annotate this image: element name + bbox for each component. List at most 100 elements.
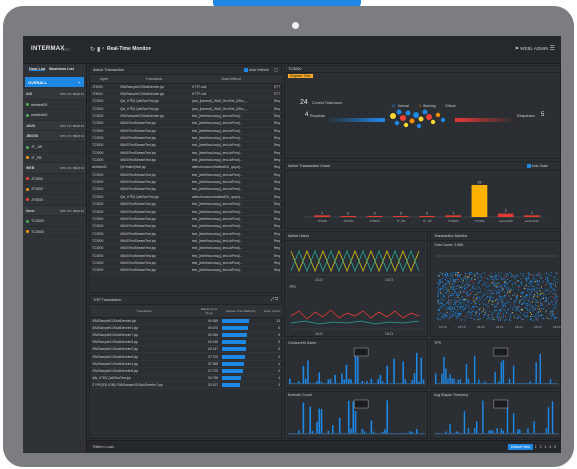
sidebar-item[interactable]: JBOSS CPU 15 / MEM 34 xyxy=(23,131,86,142)
table-row[interactable]: TC3000/WAS/TestStreamTest.jsp test_{inter… xyxy=(90,259,282,268)
atc-bar[interactable] xyxy=(497,213,514,217)
sidebar-item[interactable]: JT_FB xyxy=(23,153,86,164)
tab-business-list[interactable]: Business List xyxy=(49,67,74,71)
sidebar-item[interactable]: AIX CPU 15 / MEM 35 xyxy=(23,89,86,100)
table-row[interactable]: TC3000/[ds_HTR]/ QaKBoxTest.jsp java_{bas… xyxy=(90,105,282,113)
sidebar-item[interactable]: TC3000 xyxy=(23,227,86,238)
flow-node[interactable] xyxy=(413,112,419,118)
refresh-icon[interactable]: ↻ xyxy=(90,46,95,53)
table-row[interactable]: TC3000/WAS/TestStreamTest.jsp test_{inter… xyxy=(90,266,282,275)
flow-node[interactable] xyxy=(400,115,406,121)
menu-icon[interactable]: ☰ xyxy=(550,46,555,52)
table-row[interactable]: TC3000/WAS/TestStreamTest.jsp test_{inter… xyxy=(90,229,282,238)
table-row[interactable]: /SM/Sample01/StubDeveler4.jsp 57.565 4 xyxy=(90,360,282,368)
atc-bar[interactable] xyxy=(392,216,409,217)
document-icon[interactable]: ▮ xyxy=(97,46,100,53)
transaction-scatter[interactable]: 18:18 18:19 18:20 18:21 18:22 18:23 18:24 xyxy=(431,250,561,338)
flow-node[interactable] xyxy=(405,110,411,116)
table-row[interactable]: TC3000/[ds_HTR]/ QaKBoxTest.jsp abfec/cro… xyxy=(90,193,282,202)
table-row[interactable]: TC3000/WAS/TestStreamTest.jsp test_{inter… xyxy=(90,149,282,157)
sidebar-item[interactable]: JT3000 xyxy=(23,174,86,185)
table-row[interactable]: TC3000/WAS/TestStreamTest.jsp test_{inter… xyxy=(90,134,282,143)
sidebar-item[interactable]: TC3000 xyxy=(23,216,86,227)
sidebar-item[interactable]: JT4000 xyxy=(23,184,86,195)
table-row[interactable]: /SM/Sample01/StubDeveler5.jsp 60.148 5 xyxy=(90,338,282,347)
column-exec-count[interactable]: Exec Count xyxy=(262,305,282,318)
table-row[interactable]: TC3000/WAS/TestStreamTest.jsp test_{inter… xyxy=(90,119,282,128)
flow-node[interactable] xyxy=(396,109,402,115)
auto-refresh-checkbox[interactable]: Auto Refresh xyxy=(244,68,269,73)
pattern-load-label[interactable]: Pattern Load xyxy=(93,445,114,449)
page-numbers[interactable]: 1 2 3 4 5 xyxy=(535,445,557,449)
sidebar-item[interactable]: JT5000 xyxy=(23,195,86,206)
atc-bar[interactable] xyxy=(524,215,540,217)
atc-bar[interactable] xyxy=(471,185,488,217)
atc-bar[interactable] xyxy=(340,216,357,217)
column-elapse-avg[interactable]: Elapse Time (Avg) xyxy=(198,305,220,318)
table-row[interactable]: TC3000/SM/Sample01/StubDeveler.jsp test_{… xyxy=(90,112,282,121)
column-transaction[interactable]: Transaction xyxy=(118,75,190,84)
table-row[interactable]: TC3000/WAS/TestStreamTest.jsp test_{inter… xyxy=(90,156,282,165)
table-row[interactable]: /SM/Sample01/StubDeveler.jsp 60.365 13 xyxy=(90,317,282,325)
column-elapse-ratio[interactable]: Elapse Time Ratio(%) xyxy=(220,305,262,318)
flow-node[interactable] xyxy=(440,117,446,123)
table-row[interactable]: TC3000/WAS/TestStreamTest.jsp test_{inter… xyxy=(90,178,282,187)
table-row[interactable]: TC3000/WAS/TestStreamTest.jsp test_{inter… xyxy=(90,207,282,216)
auto-scale-checkbox[interactable]: Auto Scale xyxy=(526,164,548,169)
column-class-method[interactable]: Class Method xyxy=(190,75,272,84)
atc-bar[interactable] xyxy=(419,216,435,217)
table-row[interactable]: JT3000/SM/Sample01/StubDeveler.jsp HTTP-c… xyxy=(90,83,282,91)
flow-node[interactable] xyxy=(394,120,400,126)
expand-icon[interactable]: ⤢ ▢ xyxy=(271,297,278,301)
flow-node[interactable] xyxy=(435,112,441,118)
sidebar-item[interactable]: WEB CPU 22 / MEM 34 xyxy=(23,163,86,174)
flow-node[interactable] xyxy=(422,109,428,115)
atc-bar[interactable] xyxy=(445,215,462,217)
table-row[interactable]: TC3000/WAS/TestStreamTest.jsp test_{inter… xyxy=(90,215,282,224)
table-row[interactable]: TC3000/WAS/TestStreamTest.jsp test_{inter… xyxy=(90,200,282,209)
sidebar-item[interactable]: JT_JW xyxy=(23,142,86,153)
flow-node[interactable] xyxy=(403,122,409,128)
table-row[interactable]: webtest40/[Jt+trailer]/test.jsp abfec/cro… xyxy=(90,163,282,172)
tab-host-list[interactable]: Host List xyxy=(29,67,46,71)
flow-node[interactable] xyxy=(409,118,415,124)
table-row[interactable]: /SM/Sample01/StubDeveler2.jsp 60.147 5 xyxy=(90,345,282,354)
default-view-button[interactable]: Default View xyxy=(508,444,533,450)
table-row[interactable]: /SM/Sample01/StubDeveler3.jsp 60.570 5 xyxy=(90,324,282,332)
sidebar-item[interactable]: webtest40 xyxy=(23,110,86,121)
sidebar-item[interactable]: webtest39 xyxy=(23,100,86,111)
table-row[interactable]: TC3000/WAS/TestStreamTest.jsp test_{inter… xyxy=(90,127,282,135)
sidebar-item[interactable]: JAVA CPU 12 / MEM 33 xyxy=(23,120,86,132)
table-row[interactable]: TC3000/WAS/TestStreamTest.jsp test_{inter… xyxy=(90,171,282,179)
settings-icon[interactable]: ▢ xyxy=(274,67,278,72)
table-row[interactable]: TC3000/WAS/TestStreamTest.jsp test_{inter… xyxy=(90,251,282,260)
table-row[interactable]: /[ds_HTR]/ QaKBoxTest.jsp 50.796 4 xyxy=(90,374,282,383)
atc-bar[interactable] xyxy=(314,215,330,217)
flow-node[interactable] xyxy=(418,116,424,122)
table-row[interactable]: /SM/Sample01/StubDeveler8.jsp 57.275 4 xyxy=(90,367,282,376)
user-area[interactable]: ⚑ WEBL ADMIN ☰ xyxy=(515,45,555,52)
scatter-point xyxy=(441,277,443,279)
table-row[interactable]: TC3000/WAS/TestStreamTest.jsp test_{inter… xyxy=(90,237,282,246)
table-row[interactable]: JT3000/SM/Sample01/StubDeveler.jsp HTTP-c… xyxy=(90,90,282,99)
chevron-right-icon[interactable]: › xyxy=(149,46,151,52)
sidebar-item-overall[interactable]: OVERALL ⌄ xyxy=(25,77,84,87)
table-row[interactable]: TC3000/[ds_HTR]/ QaKBoxTest.jsp java_{bas… xyxy=(90,97,282,106)
flow-node[interactable] xyxy=(390,113,396,119)
flow-node[interactable] xyxy=(430,119,436,125)
chevron-left-icon[interactable]: ‹ xyxy=(102,46,104,52)
table-row[interactable]: /SM/Sample01/StubDeveler6.jsp 57.375 4 xyxy=(90,352,282,361)
table-row[interactable]: /TYPE/[P]LJOB]/ /SM/Sample01/StubDeveler… xyxy=(90,381,282,390)
flow-node[interactable] xyxy=(416,123,422,129)
table-row[interactable]: TC3000/WAS/TestStreamTest.jsp test_{inter… xyxy=(90,222,282,231)
table-row[interactable]: TC3000/WAS/TestStreamTest.jsp test_{inter… xyxy=(90,185,282,194)
sidebar-item[interactable]: linux CPU 20 / MEM 34 xyxy=(23,205,86,217)
table-row[interactable]: /SM/Sample01/StubDeveler7.jsp 60.365 5 xyxy=(90,331,282,340)
column-transaction[interactable]: Transaction xyxy=(90,305,198,318)
table-row[interactable]: TC3000/WAS/TestStreamTest.jsp test_{inter… xyxy=(90,141,282,150)
table-row[interactable]: TC3000/WAS/TestStreamTest.jsp test_{inter… xyxy=(90,244,282,253)
atc-bar[interactable] xyxy=(366,216,383,217)
flow-node[interactable] xyxy=(426,114,432,120)
column-agent[interactable]: Agent xyxy=(90,75,118,84)
status-dot xyxy=(26,145,29,149)
